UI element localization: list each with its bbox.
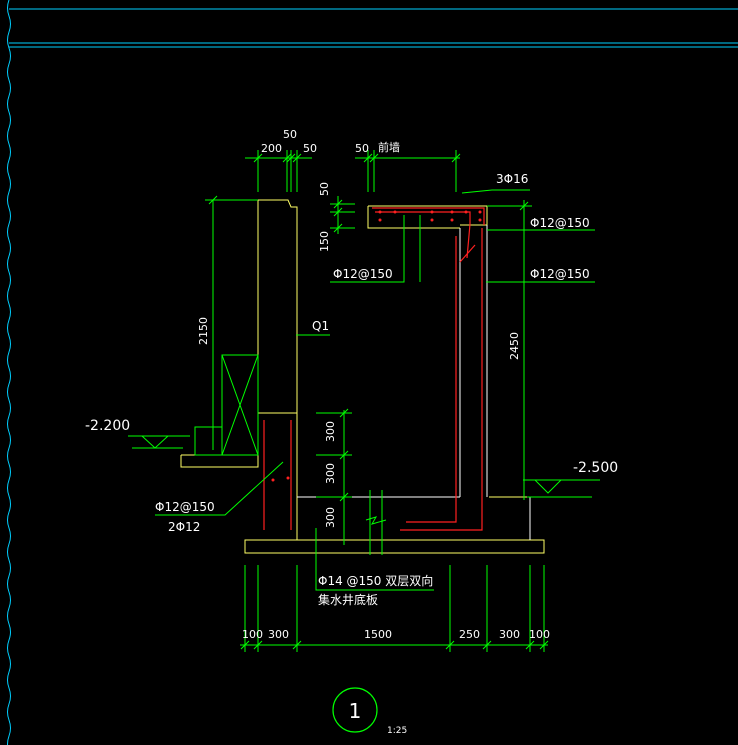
top-slab-outline xyxy=(368,205,488,226)
right-wall-rebar-inner xyxy=(406,236,457,523)
left-wall-outline xyxy=(258,199,298,413)
wavy-border-line xyxy=(7,0,11,745)
bottom-dim-100-left: 100 xyxy=(242,628,263,641)
dim-50-right: 50 xyxy=(303,142,317,155)
dim-200: 200 xyxy=(261,142,282,155)
label-top-bar: 3Φ16 xyxy=(496,172,528,186)
bottom-dim-250: 250 xyxy=(459,628,480,641)
label-base-bar-b: 2Φ12 xyxy=(168,520,200,534)
label-right-bar-top: Φ12@150 xyxy=(530,216,590,230)
label-left-bar: Φ12@150 xyxy=(333,267,393,281)
section-scale: 1:25 xyxy=(387,726,407,736)
detail-drawing-canvas: 1 1:25 200 50 50 50 前墙 50 150 2150 2450 … xyxy=(7,0,738,745)
bottom-dim-300-right: 300 xyxy=(499,628,520,641)
dim-side-label: 前墙 xyxy=(378,140,400,154)
dim-50-top: 50 xyxy=(283,128,297,141)
top-rebar-outer xyxy=(372,207,485,225)
label-slab-name: 集水井底板 xyxy=(318,592,378,607)
section-number: 1 xyxy=(349,699,362,723)
structure-outline xyxy=(180,199,545,554)
annotation-texts: 3Φ16 Φ12@150 Φ12@150 Φ12@150 Q1 Φ12@150 … xyxy=(85,172,618,607)
label-slab-bar: Φ14 @150 双层双向 xyxy=(318,573,433,588)
bottom-dim-1500: 1500 xyxy=(364,628,392,641)
dim-2150: 2150 xyxy=(197,317,210,345)
dim-300-lower: 300 xyxy=(324,507,337,528)
label-wall-q1: Q1 xyxy=(312,319,329,333)
dim-300-upper: 300 xyxy=(324,421,337,442)
right-wall-rebar-outer xyxy=(400,228,483,531)
label-base-bar-a: Φ12@150 xyxy=(155,500,215,514)
dim-50-vert: 50 xyxy=(318,182,331,196)
bottom-dim-300-left: 300 xyxy=(268,628,289,641)
dim-300-middle: 300 xyxy=(324,463,337,484)
dim-50-slab: 50 xyxy=(355,142,369,155)
label-right-bar-mid: Φ12@150 xyxy=(530,267,590,281)
pit-walls xyxy=(297,225,531,540)
level-left: -2.200 xyxy=(85,418,130,434)
base-slab-outline xyxy=(244,539,545,554)
dim-150-vert: 150 xyxy=(318,231,331,252)
level-right: -2.500 xyxy=(573,460,618,476)
rebar-dots xyxy=(271,210,482,482)
hatched-block xyxy=(194,354,259,456)
bottom-dim-100-right: 100 xyxy=(529,628,550,641)
dim-2450: 2450 xyxy=(508,332,521,360)
section-marker: 1 1:25 xyxy=(332,687,407,736)
dimension-texts: 200 50 50 50 前墙 50 150 2150 2450 300 300… xyxy=(197,128,550,641)
